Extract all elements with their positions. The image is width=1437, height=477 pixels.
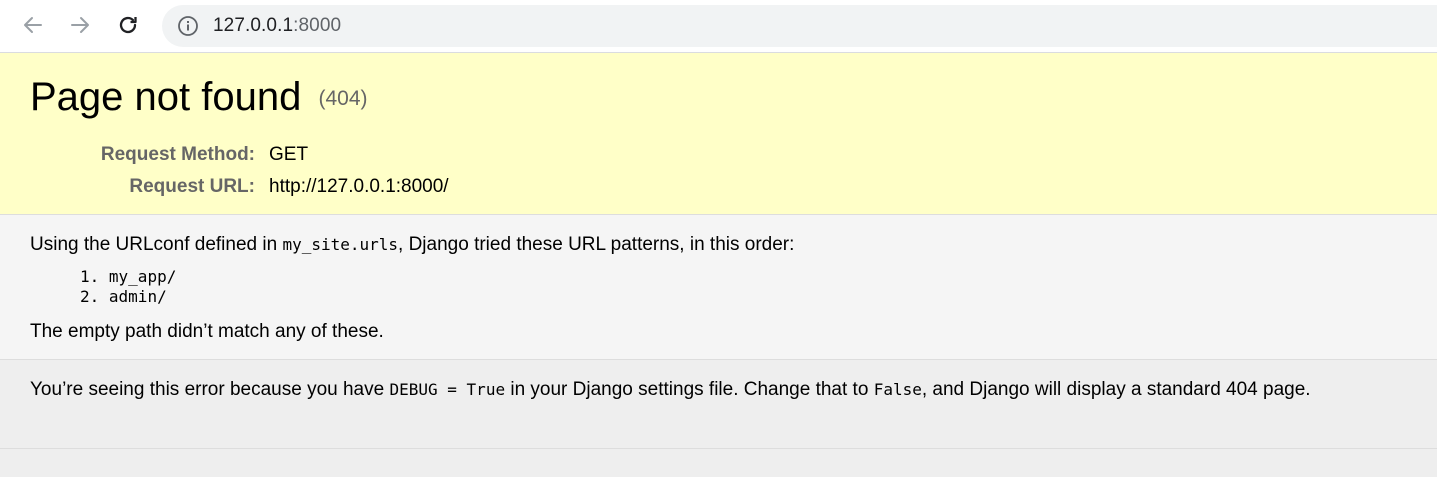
reload-button[interactable] <box>113 10 143 40</box>
no-match-message: The empty path didn’t match any of these… <box>30 321 384 342</box>
explanation-part1: You’re seeing this error because you hav… <box>30 379 390 400</box>
request-meta-table: Request Method: GET Request URL: http://… <box>80 139 449 203</box>
pattern-number: 2. <box>80 287 100 306</box>
site-info-icon[interactable] <box>176 14 200 38</box>
urlconf-suffix: , Django tried these URL patterns, in th… <box>398 234 795 255</box>
pattern-number: 1. <box>80 267 100 286</box>
url-pattern-item: 1. my_app/ <box>80 267 176 287</box>
debug-explanation-text: You’re seeing this error because you hav… <box>30 379 1311 401</box>
page-bottom <box>0 449 1437 477</box>
urlconf-module: my_site.urls <box>282 235 399 254</box>
reload-icon <box>119 16 137 34</box>
error-summary: Page not found (404) Request Method: GET… <box>0 53 1437 215</box>
address-bar[interactable]: 127.0.0.1:8000 <box>162 5 1437 47</box>
request-url-value: http://127.0.0.1:8000/ <box>269 176 449 197</box>
url-text[interactable]: 127.0.0.1:8000 <box>213 15 341 37</box>
debug-explanation: You’re seeing this error because you hav… <box>0 360 1437 449</box>
debug-setting-code: DEBUG = True <box>389 380 506 399</box>
url-pattern-list: 1. my_app/ 2. admin/ <box>80 267 176 307</box>
pattern-text: admin/ <box>108 287 167 306</box>
false-value-code: False <box>873 380 922 399</box>
url-host: 127.0.0.1 <box>213 15 294 36</box>
status-code: (404) <box>318 87 368 111</box>
request-method-value: GET <box>269 144 309 165</box>
request-url-row: Request URL: http://127.0.0.1:8000/ <box>80 171 449 203</box>
request-url-label: Request URL: <box>129 176 255 197</box>
request-method-row: Request Method: GET <box>80 139 449 171</box>
page-title-text: Page not found <box>30 75 302 119</box>
request-method-label: Request Method: <box>100 144 255 165</box>
urlconf-prefix: Using the URLconf defined in <box>30 234 283 255</box>
explanation-part2: in your Django settings file. Change tha… <box>505 379 874 400</box>
arrow-left-icon <box>24 17 42 33</box>
browser-toolbar: 127.0.0.1:8000 <box>0 0 1437 53</box>
page-title: Page not found (404) <box>30 75 368 120</box>
url-pattern-item: 2. admin/ <box>80 287 176 307</box>
urlconf-info: Using the URLconf defined in my_site.url… <box>0 215 1437 360</box>
forward-button[interactable] <box>65 10 95 40</box>
back-button[interactable] <box>18 10 48 40</box>
arrow-right-icon <box>71 17 89 33</box>
pattern-text: my_app/ <box>108 267 177 286</box>
explanation-part3: , and Django will display a standard 404… <box>921 379 1311 400</box>
url-port: :8000 <box>293 15 342 36</box>
urlconf-description: Using the URLconf defined in my_site.url… <box>30 234 794 256</box>
